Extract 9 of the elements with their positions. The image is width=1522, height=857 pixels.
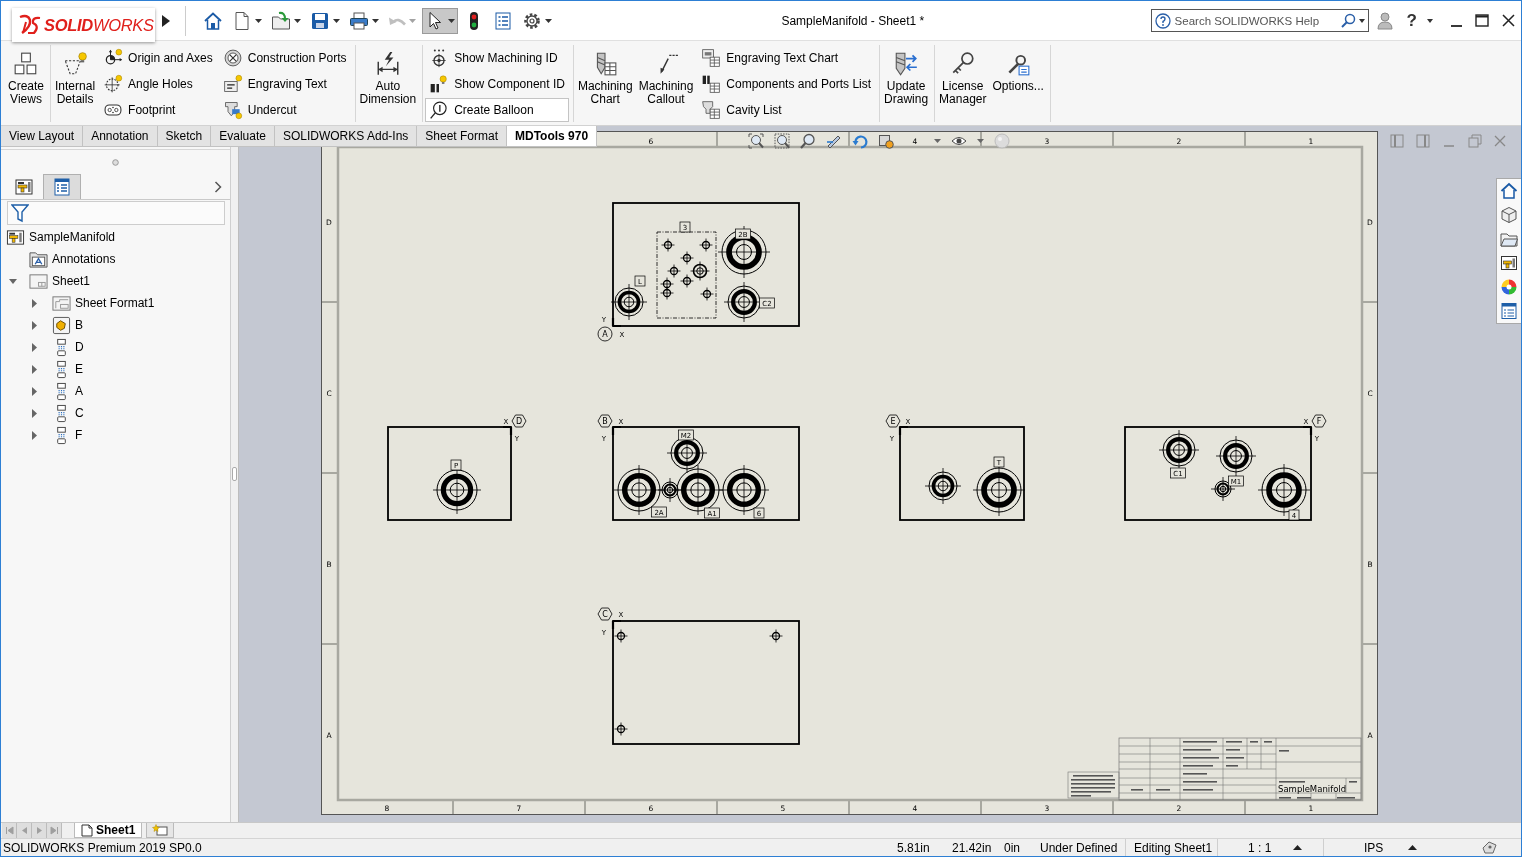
window-title: SampleManifold - Sheet1 * [780, 13, 926, 28]
status-field: 21.42in [952, 840, 992, 855]
status-field: Editing Sheet1 [1134, 840, 1213, 855]
status-field: 5.81in [897, 840, 930, 855]
brand-name: SOLIDWORKS [44, 15, 154, 35]
status-field: 0in [1004, 840, 1020, 855]
product-version: SOLIDWORKS Premium 2019 SP0.0 [2, 840, 202, 855]
drawing-number: SampleManifold [1278, 783, 1347, 794]
status-field: Under Defined [1040, 840, 1118, 855]
